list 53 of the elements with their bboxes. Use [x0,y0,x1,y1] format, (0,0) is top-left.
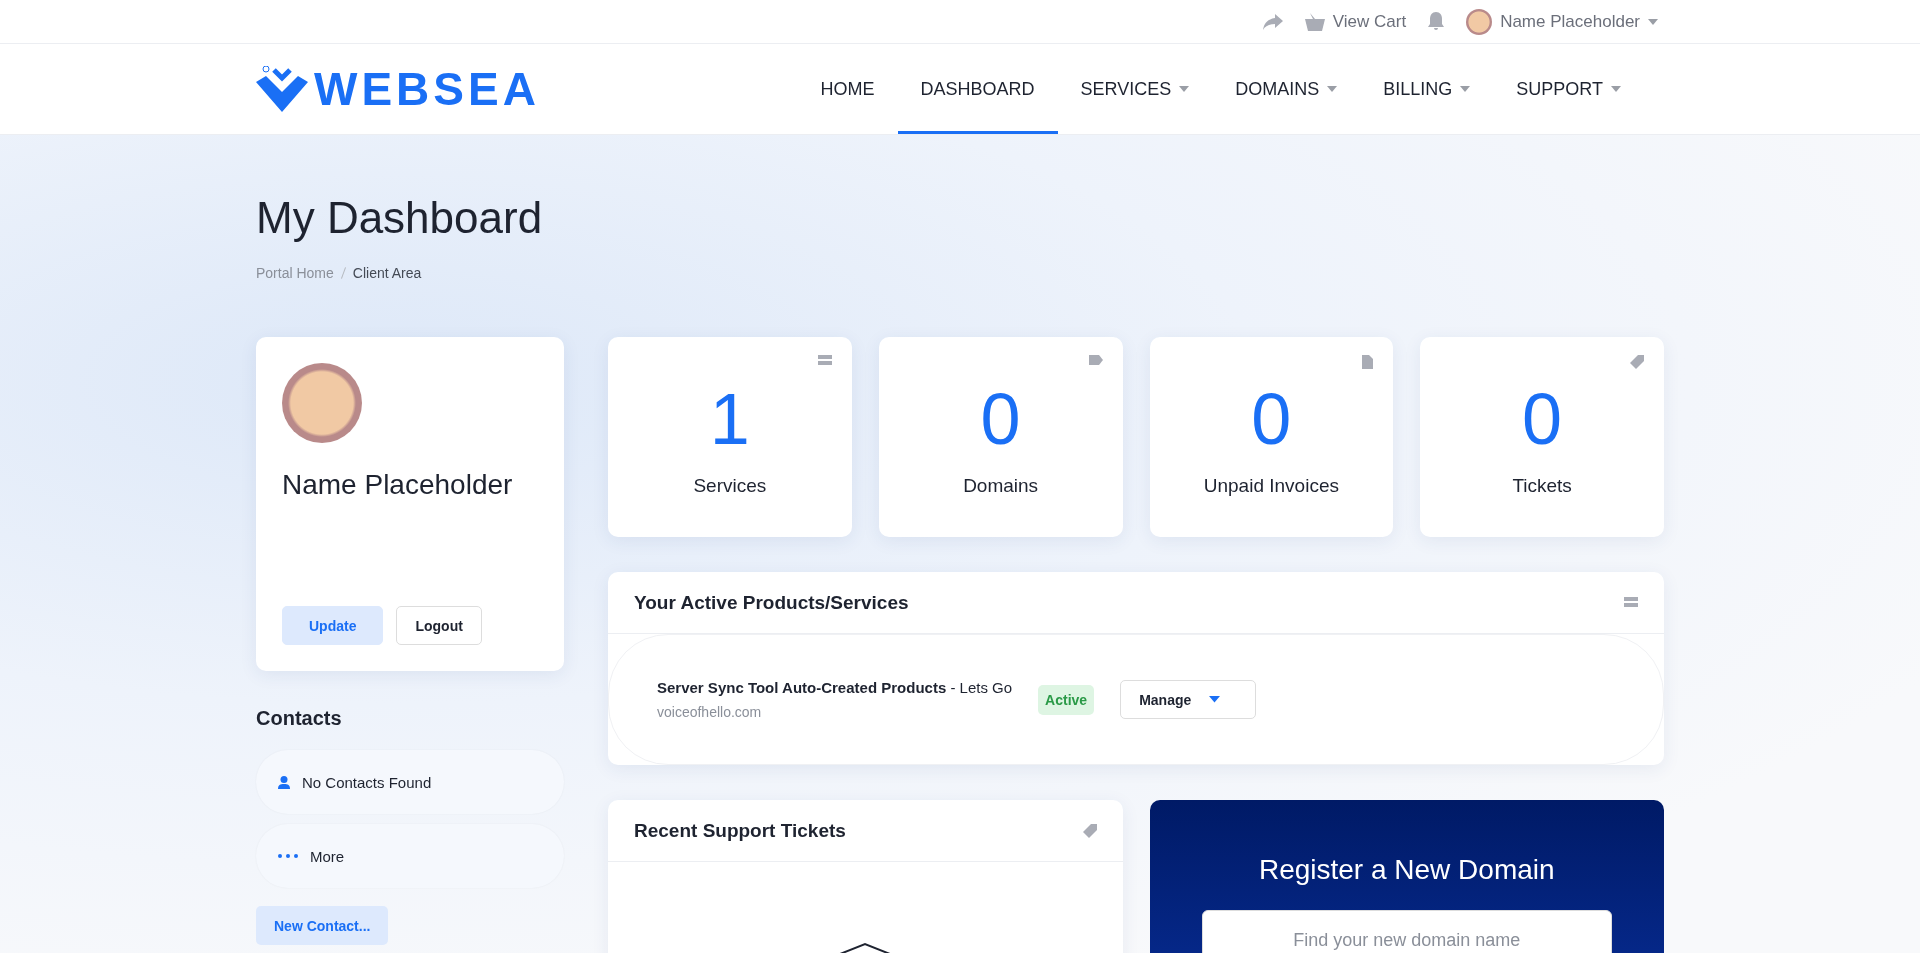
update-button[interactable]: Update [282,606,384,645]
stat-card[interactable]: 0 Tickets [1420,337,1664,537]
document-icon [1362,355,1374,369]
stat-card[interactable]: 0 Domains [878,337,1123,537]
view-cart-link[interactable]: View Cart [1304,11,1407,32]
breadcrumb-link[interactable]: Client Area [352,265,422,281]
stat-label: Tickets [1512,475,1572,497]
panel-title: Recent Support Tickets [634,819,846,842]
new-contact-button[interactable]: New Contact... [256,906,389,945]
stat-value: 0 [1522,383,1563,455]
stat-label: Unpaid Invoices [1203,475,1339,497]
stat-label: Domains [963,475,1039,497]
stat-value: 1 [709,383,750,455]
page-title: My Dashboard [256,193,544,243]
panel-title: Register a New Domain [1258,854,1555,886]
person-icon [278,775,290,789]
stat-value: 0 [1251,383,1292,455]
server-icon [817,355,832,367]
contact-item[interactable]: More [256,824,564,888]
manage-button[interactable]: Manage [1120,680,1257,719]
caret-icon [1209,696,1221,703]
nav-link[interactable]: DOMAINS [1212,44,1361,134]
share-icon[interactable] [1262,13,1283,30]
contact-item[interactable]: No Contacts Found [256,750,564,814]
logo-icon [256,66,308,112]
bell-icon[interactable] [1428,12,1445,31]
caret-icon [1648,18,1658,25]
domain-search-field[interactable]: Find your new domain name [1201,910,1612,953]
product-name: Server Sync Tool Auto-Created Products - Lets Go [657,679,1013,696]
stat-label: Services [693,475,767,497]
tag-icon [1082,823,1097,838]
section-title: Contacts [256,707,343,730]
tag-icon [1630,355,1644,369]
nav-link[interactable]: DASHBOARD [897,44,1058,134]
logout-button[interactable]: Logout [396,606,482,645]
avatar-icon [1466,8,1493,35]
nav-link[interactable]: SUPPORT [1493,44,1644,134]
brand-name: WEBSEA [314,62,540,116]
profile-name: Name Placeholder [282,469,514,502]
panel-title: Your Active Products/Services [634,591,909,614]
stat-card[interactable]: 1 Services [608,337,852,537]
nav-link[interactable]: BILLING [1360,44,1494,134]
user-menu[interactable]: Name Placeholder [1466,8,1658,35]
stat-card[interactable]: 0 Unpaid Invoices [1149,337,1394,537]
basket-icon [1304,12,1325,31]
label-icon [1088,355,1103,365]
stat-value: 0 [980,383,1021,455]
nav-link[interactable]: HOME [797,44,898,134]
server-icon [1624,596,1638,609]
product-domain: voiceofhello.com [657,704,763,720]
nav-link[interactable]: SERVICES [1057,44,1213,134]
status-badge: Active [1038,684,1095,715]
dots-icon [278,854,298,858]
